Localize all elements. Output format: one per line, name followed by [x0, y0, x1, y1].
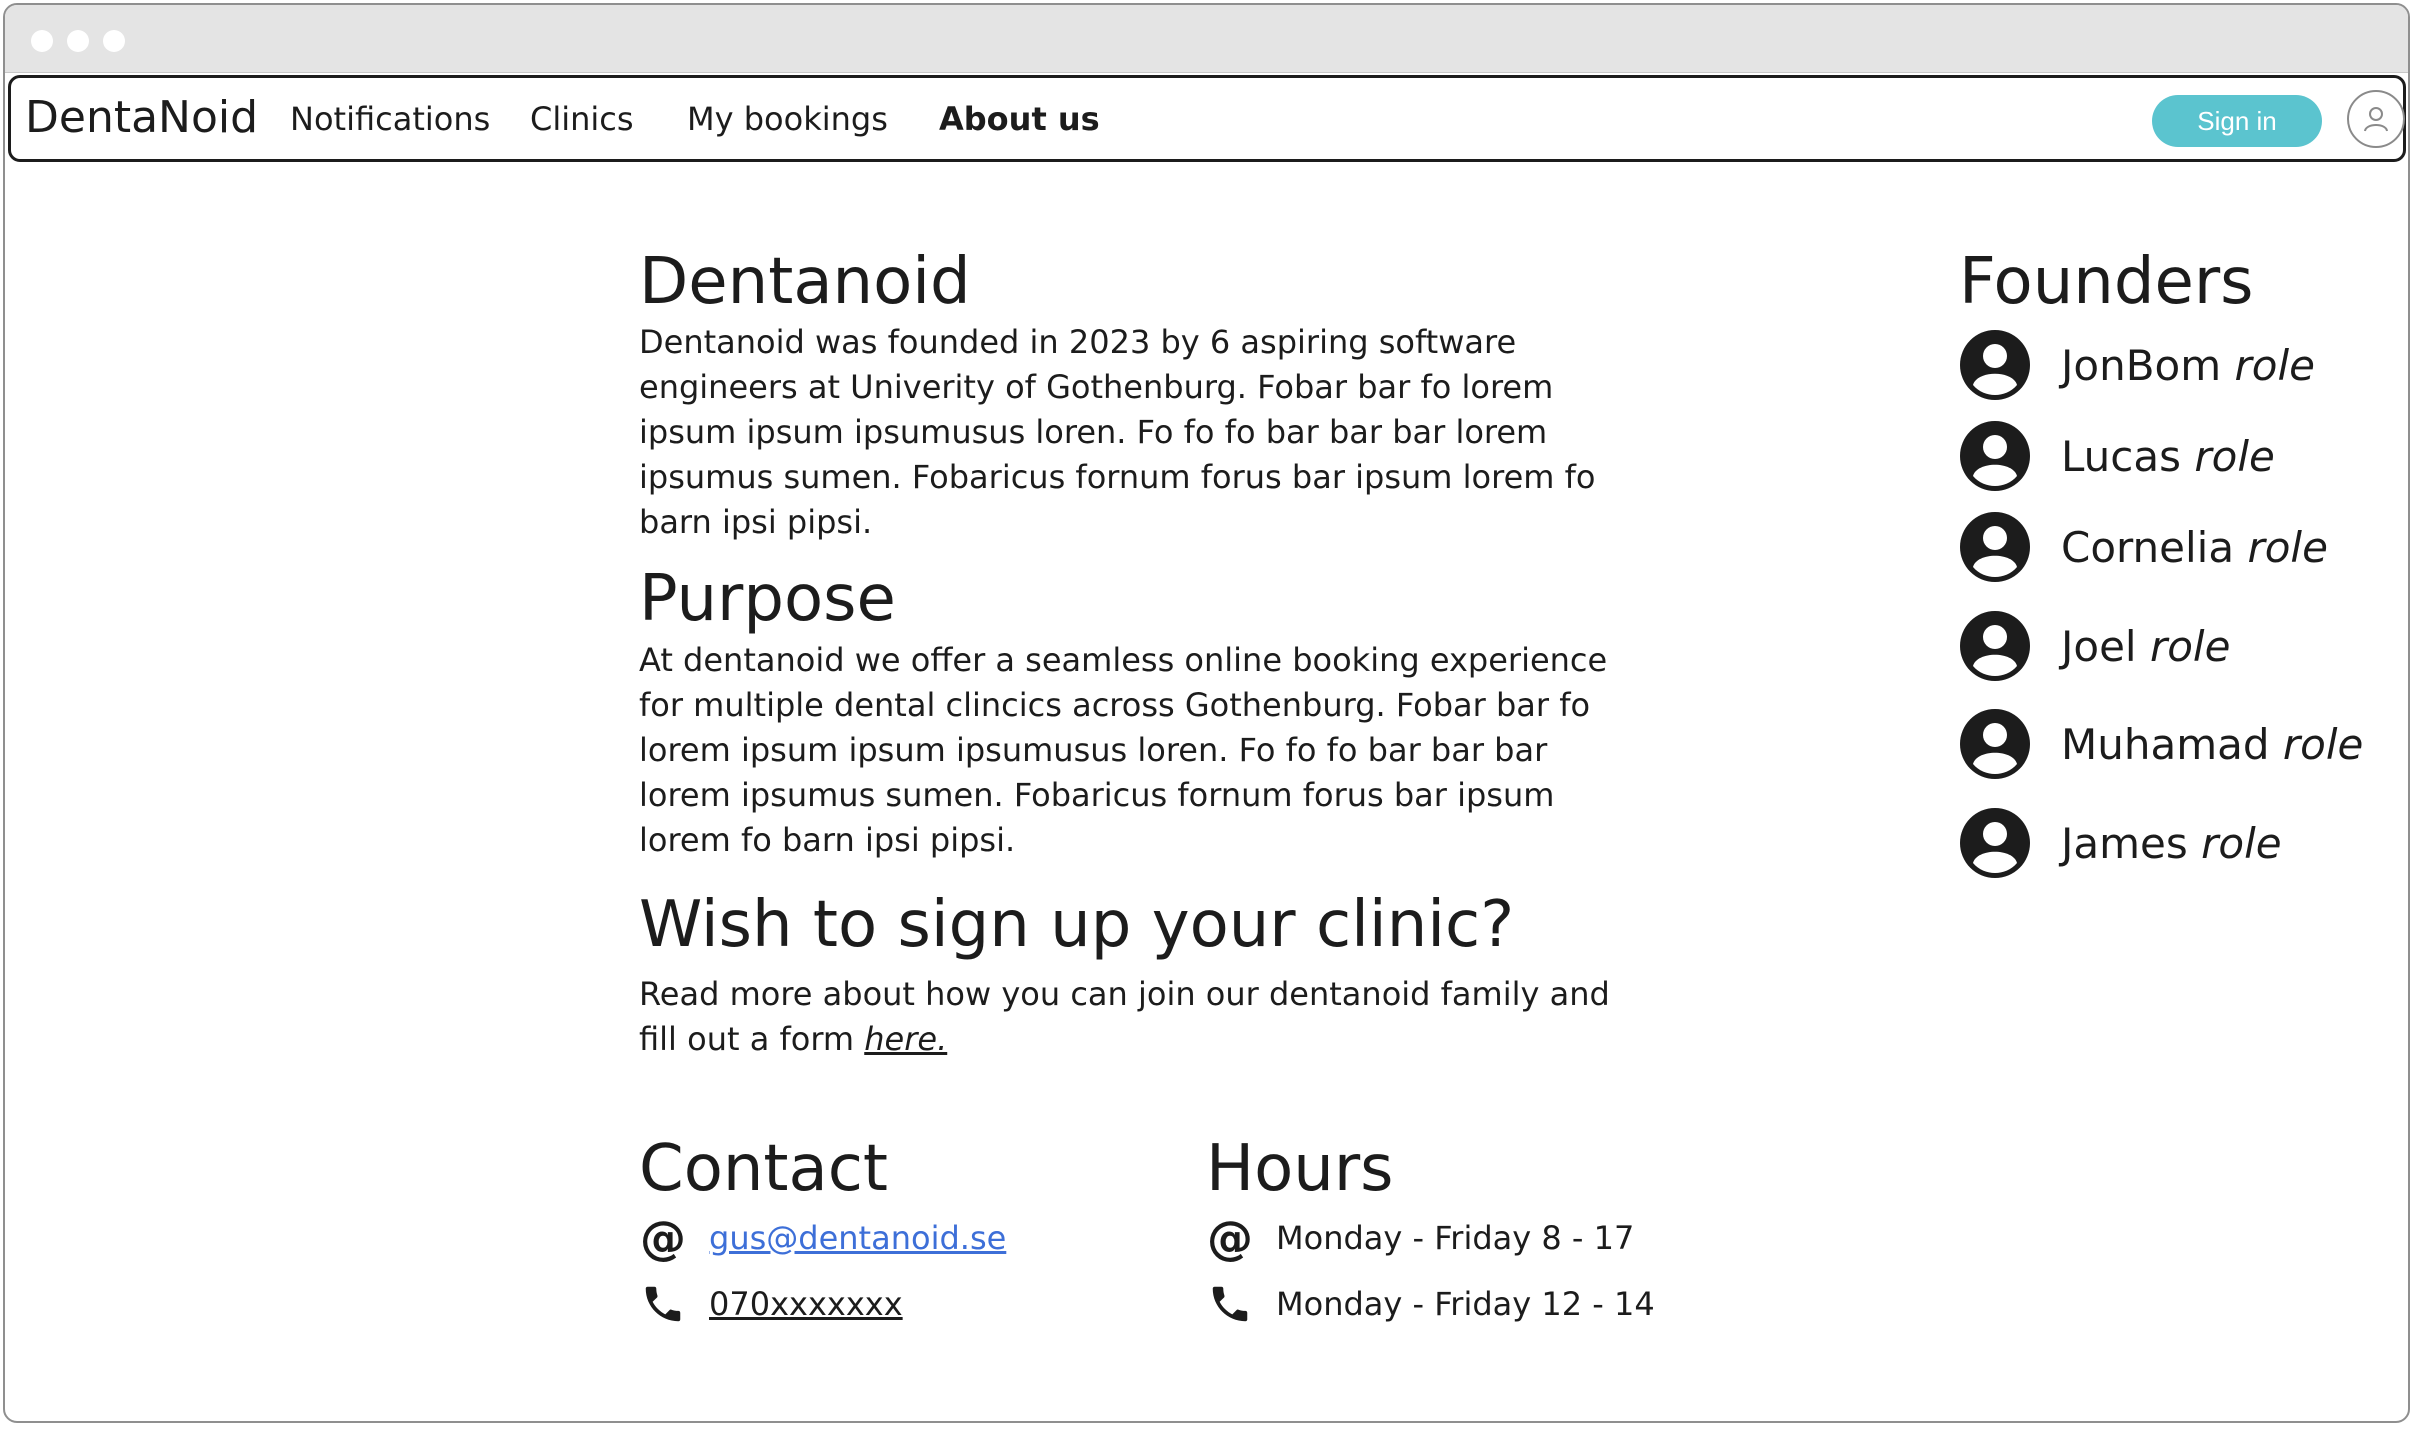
about-title: Dentanoid — [639, 245, 971, 319]
signup-title: Wish to sign up your clinic? — [639, 888, 1515, 962]
person-avatar-icon — [1960, 330, 2030, 400]
brand-logo[interactable]: DentaNoid — [25, 89, 258, 146]
founder-name-row: Cornelia role — [2061, 523, 2328, 572]
profile-avatar-button[interactable] — [2347, 90, 2405, 148]
nav-my-bookings[interactable]: My bookings — [687, 99, 888, 141]
contact-email-row: @ gus@dentanoid.se — [639, 1213, 1006, 1263]
about-text: Dentanoid was founded in 2023 by 6 aspir… — [639, 323, 1596, 541]
founder-name: Muhamad — [2061, 719, 2270, 769]
user-icon — [2364, 107, 2388, 132]
founder-role: role — [2234, 340, 2315, 390]
person-avatar-icon — [1960, 709, 2030, 779]
sign-in-button[interactable]: Sign in — [2152, 95, 2322, 147]
contact-phone-link[interactable]: 070xxxxxxx — [709, 1285, 903, 1323]
founder-name: Lucas — [2061, 431, 2181, 481]
founder-item: James role — [1959, 806, 2282, 880]
signup-text-body: Read more about how you can join our den… — [639, 975, 1610, 1058]
purpose-title: Purpose — [639, 562, 896, 636]
at-icon: @ — [640, 1211, 686, 1265]
at-icon: @ — [1207, 1211, 1253, 1265]
founder-name-row: JonBom role — [2061, 341, 2315, 390]
founder-item: Lucas role — [1959, 419, 2275, 493]
founders-title: Founders — [1959, 245, 2254, 319]
founder-item: Muhamad role — [1959, 707, 2363, 781]
person-avatar-icon — [1960, 808, 2030, 878]
founder-item: JonBom role — [1959, 328, 2315, 402]
window-control-dot[interactable] — [31, 30, 53, 52]
founder-name-row: Joel role — [2061, 622, 2230, 671]
founder-name-row: Lucas role — [2061, 432, 2275, 481]
person-avatar-icon — [1960, 421, 2030, 491]
founder-role: role — [2282, 719, 2364, 769]
contact-phone-row: 070xxxxxxx — [639, 1279, 903, 1329]
hours-title: Hours — [1206, 1132, 1394, 1206]
founder-role: role — [2201, 818, 2282, 868]
founder-name-row: James role — [2061, 819, 2282, 868]
founder-role: role — [2194, 431, 2275, 481]
founder-name: Joel — [2061, 621, 2137, 671]
purpose-text: At dentanoid we offer a seamless online … — [639, 641, 1608, 859]
hours-line-2: Monday - Friday 12 - 14 — [1276, 1285, 1655, 1323]
contact-title: Contact — [639, 1132, 888, 1206]
founder-name: Cornelia — [2061, 522, 2235, 572]
window-control-dot[interactable] — [103, 30, 125, 52]
founder-role: role — [2247, 522, 2328, 572]
founder-name: JonBom — [2061, 340, 2222, 390]
phone-icon — [1206, 1280, 1254, 1328]
nav-about-us[interactable]: About us — [939, 99, 1100, 141]
founder-item: Cornelia role — [1959, 510, 2328, 584]
window-titlebar — [5, 5, 2408, 73]
hours-line-1: Monday - Friday 8 - 17 — [1276, 1219, 1635, 1257]
hours-row: Monday - Friday 12 - 14 — [1206, 1279, 1655, 1329]
person-avatar-icon — [1960, 611, 2030, 681]
founder-name: James — [2061, 818, 2188, 868]
top-navbar: DentaNoid Notifications Clinics My booki… — [8, 75, 2406, 162]
nav-notifications[interactable]: Notifications — [290, 99, 490, 141]
founder-item: Joel role — [1959, 609, 2230, 683]
person-avatar-icon — [1960, 512, 2030, 582]
nav-clinics[interactable]: Clinics — [530, 99, 634, 141]
contact-email-link[interactable]: gus@dentanoid.se — [709, 1219, 1006, 1257]
window-control-dot[interactable] — [67, 30, 89, 52]
signup-text: Read more about how you can join our den… — [639, 972, 1639, 1062]
phone-icon — [639, 1280, 687, 1328]
founder-role: role — [2149, 621, 2231, 671]
founder-name-row: Muhamad role — [2061, 720, 2363, 769]
hours-row: @ Monday - Friday 8 - 17 — [1206, 1213, 1634, 1263]
signup-here-link[interactable]: here. — [864, 1020, 947, 1058]
